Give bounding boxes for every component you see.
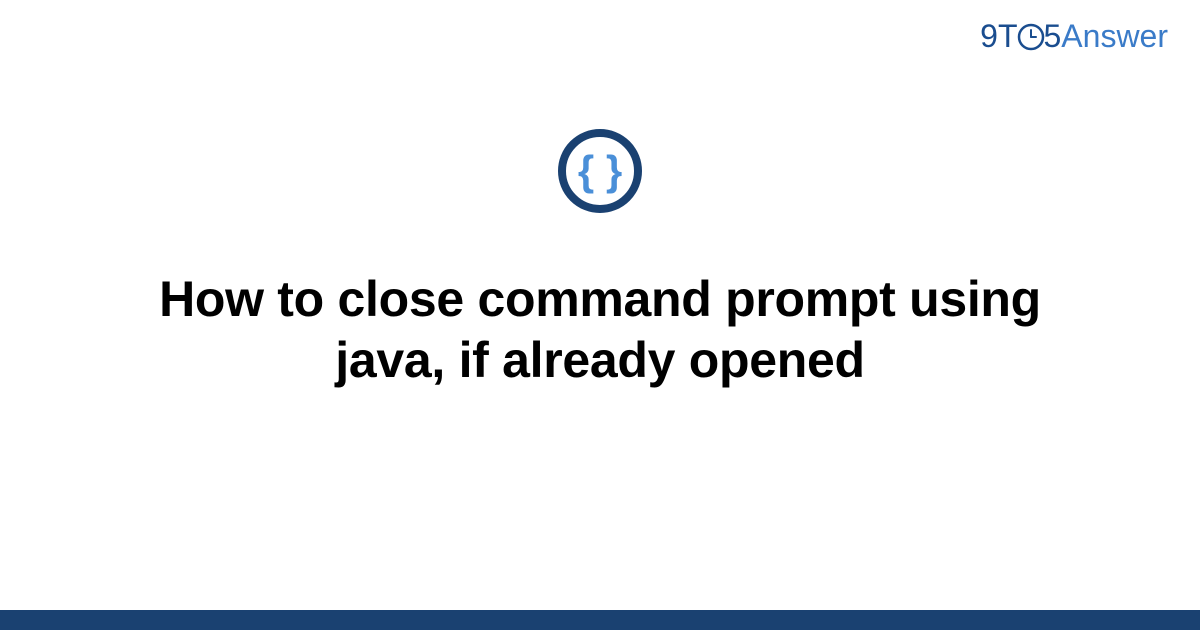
svg-text:{ }: { } <box>578 147 622 194</box>
brand-part-answer: Answer <box>1061 18 1168 55</box>
page-title: How to close command prompt using java, … <box>100 269 1100 391</box>
brand-part-5: 5 <box>1044 18 1062 55</box>
code-braces-icon: { } <box>557 128 643 219</box>
brand-logo: 9T 5 Answer <box>980 18 1168 55</box>
footer-accent-bar <box>0 610 1200 630</box>
main-content: { } How to close command prompt using ja… <box>0 128 1200 391</box>
brand-clock-icon <box>1017 23 1045 51</box>
brand-part-9t: 9T <box>980 18 1017 55</box>
